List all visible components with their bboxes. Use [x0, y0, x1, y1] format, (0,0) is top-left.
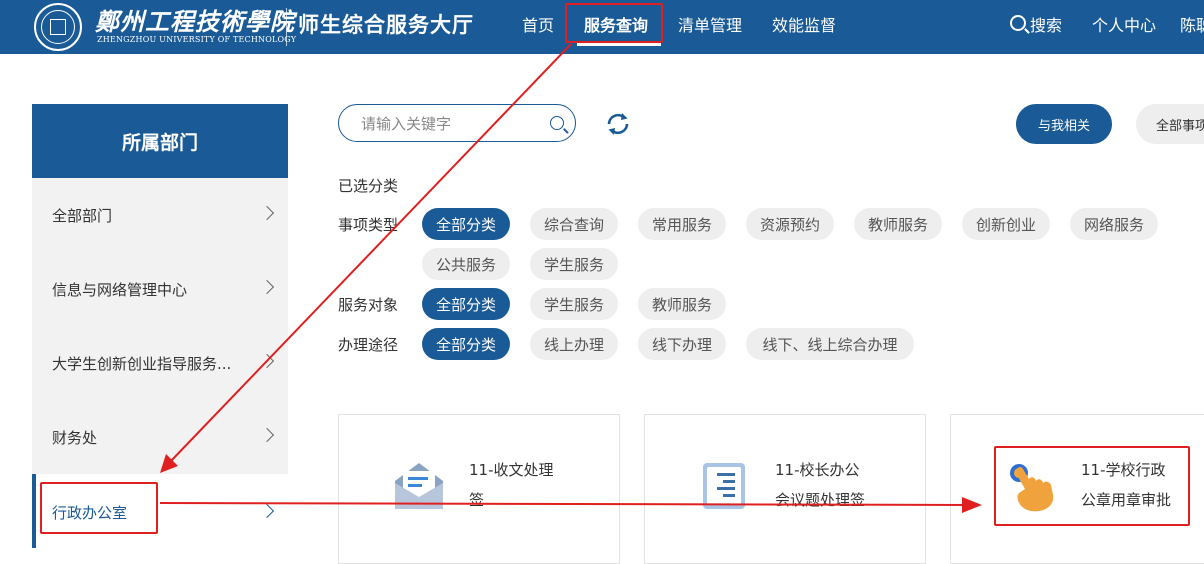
chevron-right-icon: [259, 427, 275, 443]
item-type-chip-innovation[interactable]: 创新创业: [962, 208, 1050, 240]
sidebar-item-label: 财务处: [52, 429, 98, 447]
audience-label: 服务对象: [338, 296, 399, 314]
item-type-chip-all[interactable]: 全部分类: [422, 208, 510, 240]
item-type-chip-public[interactable]: 公共服务: [422, 248, 510, 280]
user-name[interactable]: 陈聪: [1180, 12, 1204, 36]
sidebar-item-all-departments[interactable]: 全部部门: [32, 178, 288, 252]
related-to-me-button[interactable]: 与我相关: [1016, 104, 1112, 144]
channel-chip-all[interactable]: 全部分类: [422, 328, 510, 360]
sidebar-item-label: 大学生创新创业指导服务...: [52, 355, 232, 373]
item-type-chip-query[interactable]: 综合查询: [530, 208, 618, 240]
portal-title: 师生综合服务大厅: [298, 13, 474, 37]
annotation-box-service-query: [565, 3, 663, 43]
keyword-search-box: [338, 104, 576, 142]
search-icon[interactable]: [550, 116, 564, 130]
logo-divider: [286, 8, 287, 46]
channel-chip-online[interactable]: 线上办理: [530, 328, 618, 360]
keyword-search-input[interactable]: [359, 113, 543, 135]
channel-chip-combined[interactable]: 线下、线上综合办理: [746, 328, 914, 360]
chevron-right-icon: [259, 279, 275, 295]
annotation-box-seal-card: [994, 446, 1190, 526]
all-items-button[interactable]: 全部事项: [1136, 104, 1204, 144]
card-title-line1: 11-收文处理: [469, 461, 554, 479]
channel-chip-offline[interactable]: 线下办理: [638, 328, 726, 360]
item-type-label: 事项类型: [338, 216, 399, 234]
sidebar-title: 所属部门: [32, 104, 288, 178]
active-indicator: [32, 474, 36, 548]
nav-home[interactable]: 首页: [522, 12, 554, 36]
channel-label: 办理途径: [338, 336, 399, 354]
document-list-icon: [703, 463, 745, 509]
nav-efficiency-supervision[interactable]: 效能监督: [772, 12, 836, 36]
annotation-box-admin-office: [40, 482, 158, 534]
service-card-president-meeting[interactable]: 11-校长办公 会议题处理签: [644, 414, 926, 564]
item-type-chip-booking[interactable]: 资源预约: [746, 208, 834, 240]
item-type-chip-teacher[interactable]: 教师服务: [854, 208, 942, 240]
item-type-chip-network[interactable]: 网络服务: [1070, 208, 1158, 240]
sidebar-item-label: 信息与网络管理中心: [52, 281, 188, 299]
school-name-en: ZHENGZHOU UNIVERSITY OF TECHNOLOGY: [97, 35, 297, 44]
selected-categories-label: 已选分类: [338, 177, 399, 195]
school-name-cn[interactable]: 鄭州工程技術學院: [95, 2, 295, 37]
sidebar-item-finance[interactable]: 财务处: [32, 400, 288, 474]
sidebar-item-innovation-guidance[interactable]: 大学生创新创业指导服务...: [32, 326, 288, 400]
header-search-label: 搜索: [1030, 16, 1063, 35]
search-icon: [1010, 15, 1026, 31]
chevron-right-icon: [259, 205, 275, 221]
refresh-icon[interactable]: [604, 110, 632, 138]
card-title-line2: 签: [469, 491, 485, 509]
chevron-right-icon: [259, 353, 275, 369]
school-seal-logo[interactable]: [34, 3, 82, 51]
department-list: 全部部门 信息与网络管理中心 大学生创新创业指导服务... 财务处: [32, 178, 288, 474]
card-title-line2: 会议题处理签: [775, 491, 866, 509]
audience-chip-all[interactable]: 全部分类: [422, 288, 510, 320]
item-type-chip-student[interactable]: 学生服务: [530, 248, 618, 280]
audience-chip-student[interactable]: 学生服务: [530, 288, 618, 320]
envelope-icon: [395, 463, 443, 509]
nav-list-management[interactable]: 清单管理: [678, 12, 742, 36]
sidebar-item-network-center[interactable]: 信息与网络管理中心: [32, 252, 288, 326]
sidebar-item-label: 全部部门: [52, 207, 113, 225]
card-title-line1: 11-校长办公: [775, 461, 860, 479]
service-card-document-receipt[interactable]: 11-收文处理 签: [338, 414, 620, 564]
user-center-link[interactable]: 个人中心: [1092, 12, 1156, 36]
header-search-link[interactable]: 搜索: [1010, 12, 1062, 36]
chevron-right-icon: [259, 503, 275, 519]
audience-chip-teacher[interactable]: 教师服务: [638, 288, 726, 320]
nav-active-underline: [577, 43, 661, 46]
item-type-chip-common[interactable]: 常用服务: [638, 208, 726, 240]
